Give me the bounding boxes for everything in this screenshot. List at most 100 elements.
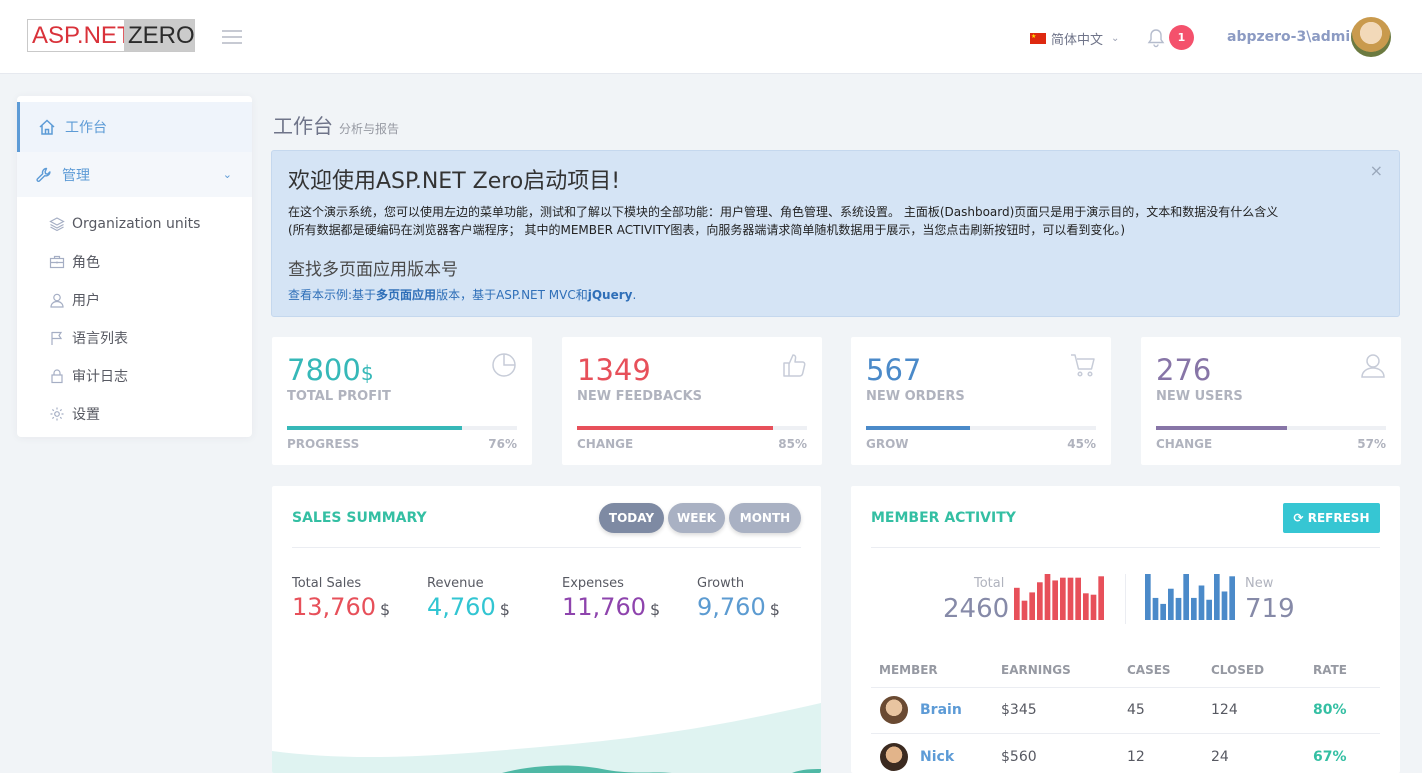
column-header-earnings: EARNINGS xyxy=(1001,663,1071,677)
link-prefix: 查看本示例:基于 xyxy=(288,288,377,302)
activity-bar xyxy=(1037,582,1043,620)
bell-icon[interactable] xyxy=(1147,28,1165,48)
member-name[interactable]: Nick xyxy=(920,749,954,765)
sidebar-item-label: 工作台 xyxy=(65,120,107,136)
top-header: ASP.NET ZERO 简体中文 ⌄ 1 abpzero-3\admin xyxy=(0,0,1422,74)
divider xyxy=(292,547,801,548)
china-flag-icon xyxy=(1030,33,1046,44)
member-avatar xyxy=(880,743,908,771)
stat-label: NEW USERS xyxy=(1156,389,1243,404)
activity-bar xyxy=(1098,576,1104,620)
member-name[interactable]: Brain xyxy=(920,702,962,718)
sales-summary-card: SALES SUMMARY TODAY WEEK MONTH Total Sal… xyxy=(272,486,821,773)
metric-value: 9,760 $ xyxy=(697,593,780,621)
chevron-down-icon: ⌄ xyxy=(1111,33,1120,44)
jquery-link[interactable]: jQuery xyxy=(588,288,633,302)
sidebar-item-admin[interactable]: 管理 ⌄ xyxy=(17,152,252,197)
card-title: SALES SUMMARY xyxy=(292,510,427,526)
metric-currency: $ xyxy=(499,600,510,619)
welcome-alert: 欢迎使用ASP.NET Zero启动项目! 在这个演示系统，您可以使用左边的菜单… xyxy=(271,150,1400,317)
link-mid: 版本，基于ASP.NET MVC和 xyxy=(436,288,588,302)
refresh-button[interactable]: ⟳ REFRESH xyxy=(1283,503,1380,533)
link-suffix: . xyxy=(632,288,637,302)
user-avatar[interactable] xyxy=(1351,17,1391,57)
column-header-member: MEMBER xyxy=(879,663,938,677)
sidebar-item-label: 角色 xyxy=(72,255,100,271)
stat-percent: 45% xyxy=(1067,437,1096,451)
activity-bar xyxy=(1214,574,1220,620)
sidebar-item-dashboard[interactable]: 工作台 xyxy=(17,102,252,152)
activity-bar xyxy=(1014,587,1020,620)
activity-bar xyxy=(1044,574,1051,620)
stat-foot-label: CHANGE xyxy=(1156,437,1213,451)
member-closed: 24 xyxy=(1211,749,1229,765)
language-label: 简体中文 xyxy=(1051,33,1104,48)
progress-track xyxy=(866,426,1096,430)
stat-number: 1349 xyxy=(577,353,651,387)
page-subtitle: 分析与报告 xyxy=(339,122,400,136)
activity-bar xyxy=(1029,592,1035,620)
thumbs-up-icon xyxy=(783,354,806,377)
total-value: 2460 xyxy=(943,594,1010,624)
total-sparkline xyxy=(1014,574,1104,620)
activity-bar xyxy=(1168,588,1174,620)
sidebar-item-label: 设置 xyxy=(72,407,100,423)
row-divider xyxy=(871,733,1380,734)
sidebar-item-audit-logs[interactable]: 审计日志 xyxy=(17,357,252,395)
stat-number: 7800 xyxy=(287,353,361,387)
activity-bar xyxy=(1183,574,1189,620)
member-rate: 80% xyxy=(1313,702,1347,718)
sidebar-item-settings[interactable]: 设置 xyxy=(17,395,252,433)
member-rate: 67% xyxy=(1313,749,1347,765)
sidebar-item-users[interactable]: 用户 xyxy=(17,281,252,319)
close-icon[interactable]: × xyxy=(1370,161,1383,180)
sidebar-item-organization-units[interactable]: Organization units xyxy=(17,205,252,243)
cart-icon xyxy=(1071,354,1095,377)
sidebar-item-roles[interactable]: 角色 xyxy=(17,243,252,281)
metric-value: 13,760 $ xyxy=(292,593,390,621)
metric-label: Growth xyxy=(697,576,745,591)
sales-wave-chart xyxy=(272,703,821,773)
menu-toggle-icon[interactable] xyxy=(222,30,242,44)
user-icon xyxy=(49,292,65,308)
briefcase-icon xyxy=(49,254,65,270)
sidebar-item-label: 审计日志 xyxy=(72,369,128,385)
divider xyxy=(871,547,1380,548)
metric-expenses: Expenses 11,760 $ xyxy=(562,576,660,621)
activity-bar xyxy=(1083,593,1089,620)
sidebar-item-label: 语言列表 xyxy=(72,331,128,347)
stat-unit: $ xyxy=(360,361,374,385)
metric-number: 11,760 xyxy=(562,593,646,621)
metric-label: Total Sales xyxy=(292,576,362,591)
flag-icon xyxy=(49,330,65,346)
activity-bar xyxy=(1145,574,1151,620)
logo-text-left: ASP.NET xyxy=(28,20,132,51)
sidebar-item-label: 用户 xyxy=(72,293,100,309)
notification-badge[interactable]: 1 xyxy=(1169,25,1194,50)
progress-fill xyxy=(1156,426,1288,430)
user-icon xyxy=(1361,354,1385,378)
tab-week[interactable]: WEEK xyxy=(668,503,725,533)
page-title: 工作台 分析与报告 xyxy=(273,110,399,139)
member-avatar xyxy=(880,696,908,724)
metric-growth: Growth 9,760 $ xyxy=(697,576,780,621)
progress-track xyxy=(1156,426,1386,430)
mpa-link[interactable]: 多页面应用 xyxy=(376,288,436,302)
metric-label: Revenue xyxy=(427,576,484,591)
column-header-rate: RATE xyxy=(1313,663,1347,677)
stat-value: 276 xyxy=(1156,353,1211,387)
logo[interactable]: ASP.NET ZERO xyxy=(27,19,195,52)
stat-foot-label: PROGRESS xyxy=(287,437,360,451)
username[interactable]: abpzero-3\admin xyxy=(1227,29,1360,45)
tab-today[interactable]: TODAY xyxy=(599,503,664,533)
sidebar-item-languages[interactable]: 语言列表 xyxy=(17,319,252,357)
sidebar-item-label: 管理 xyxy=(62,167,90,184)
member-cases: 12 xyxy=(1127,749,1145,765)
language-selector[interactable]: 简体中文 ⌄ xyxy=(1030,29,1119,48)
admin-submenu: Organization units 角色 用户 语言列表 审计日志 设置 xyxy=(17,197,252,433)
new-value: 719 xyxy=(1245,594,1295,624)
tab-month[interactable]: MONTH xyxy=(729,503,801,533)
stat-card-feedbacks: 1349 NEW FEEDBACKS CHANGE 85% xyxy=(562,337,822,465)
metric-label: Expenses xyxy=(562,576,624,591)
stat-card-orders: 567 NEW ORDERS GROW 45% xyxy=(851,337,1111,465)
